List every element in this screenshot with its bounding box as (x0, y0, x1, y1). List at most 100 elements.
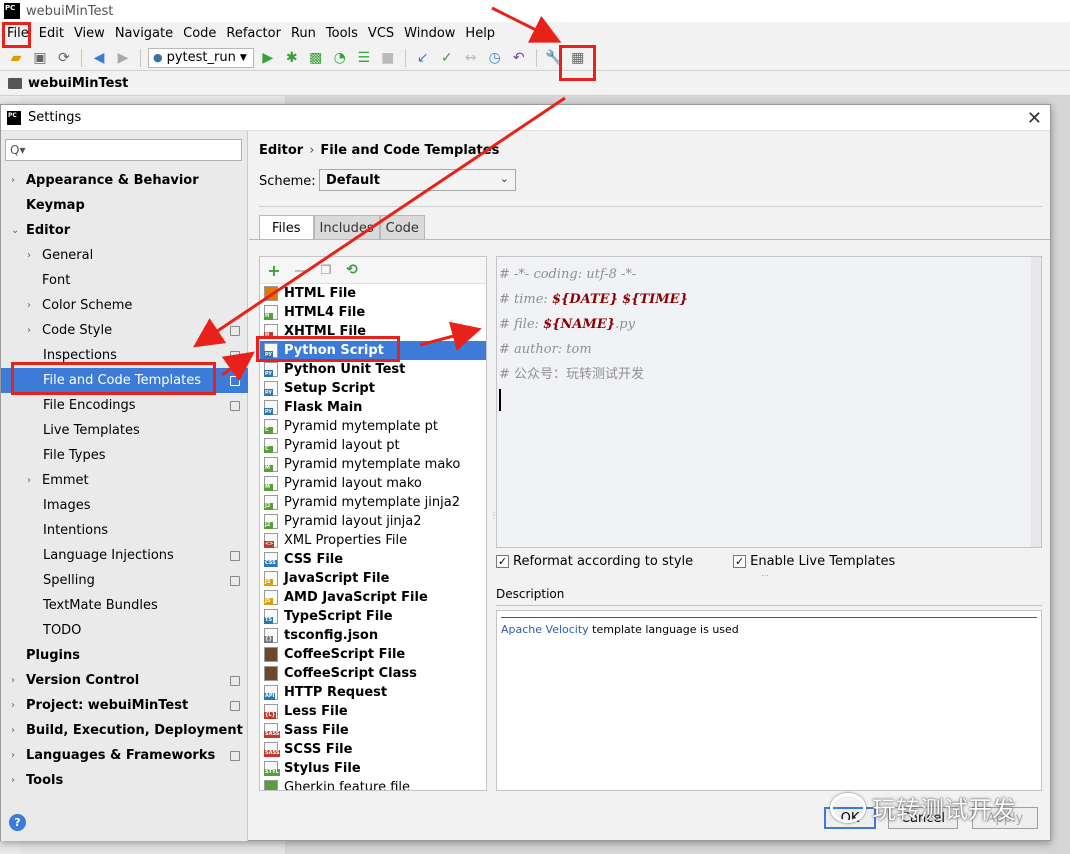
splitter-handle[interactable]: ⋮ (490, 256, 498, 791)
tab-includes[interactable]: Includes (313, 215, 380, 240)
tree-item-code-style[interactable]: › Code Style (1, 318, 248, 343)
template-item[interactable]: STYL Stylus File (260, 759, 486, 778)
template-item[interactable]: M Pyramid layout mako (260, 474, 486, 493)
vcs-history-icon[interactable]: ◷ (485, 48, 505, 68)
tree-item-inspections[interactable]: Inspections (1, 343, 248, 368)
tree-item-project-webuimintest[interactable]: › Project: webuiMinTest (1, 693, 248, 718)
template-item[interactable]: py Flask Main (260, 398, 486, 417)
save-icon[interactable]: ▣ (30, 48, 50, 68)
chevron-right-icon[interactable]: › (11, 700, 21, 711)
menu-file[interactable]: File (2, 26, 34, 41)
menu-navigate[interactable]: Navigate (110, 26, 178, 41)
debug-icon[interactable]: ✱ (282, 48, 302, 68)
menu-tools[interactable]: Tools (321, 26, 363, 41)
template-editor[interactable]: # -*- coding: utf-8 -*- # time: ${DATE} $… (496, 256, 1042, 548)
back-icon[interactable]: ◀ (89, 48, 109, 68)
template-item[interactable]: J2 Pyramid mytemplate jinja2 (260, 493, 486, 512)
tree-item-appearance-behavior[interactable]: › Appearance & Behavior (1, 168, 248, 193)
tree-item-intentions[interactable]: Intentions (1, 518, 248, 543)
template-item[interactable]: SASS Sass File (260, 721, 486, 740)
reformat-checkbox[interactable]: ✓ Reformat according to style (496, 554, 693, 569)
chevron-right-icon[interactable]: › (11, 750, 21, 761)
template-item[interactable]: CoffeeScript Class (260, 664, 486, 683)
template-item[interactable]: TS TypeScript File (260, 607, 486, 626)
tree-item-textmate-bundles[interactable]: TextMate Bundles (1, 593, 248, 618)
copy-icon[interactable]: ❐ (318, 263, 334, 277)
sync-icon[interactable]: ⟳ (54, 48, 74, 68)
tab-files[interactable]: Files (259, 215, 314, 240)
add-icon[interactable]: + (266, 261, 282, 280)
tree-item-images[interactable]: Images (1, 493, 248, 518)
remove-icon[interactable]: − (292, 261, 308, 280)
tree-item-language-injections[interactable]: Language Injections (1, 543, 248, 568)
tree-item-keymap[interactable]: Keymap (1, 193, 248, 218)
tree-item-file-encodings[interactable]: File Encodings (1, 393, 248, 418)
tree-item-build-execution-deployment[interactable]: › Build, Execution, Deployment (1, 718, 248, 743)
template-item[interactable]: HTML File (260, 284, 486, 303)
menu-window[interactable]: Window (399, 26, 460, 41)
chevron-right-icon[interactable]: › (11, 775, 21, 786)
project-breadcrumb[interactable]: webuiMinTest (28, 76, 128, 91)
resize-grip-icon[interactable]: ⋯ (761, 571, 769, 580)
chevron-right-icon[interactable]: › (27, 250, 37, 261)
template-item[interactable]: H XHTML File (260, 322, 486, 341)
template-item[interactable]: J2 Pyramid layout jinja2 (260, 512, 486, 531)
concurrency-icon[interactable]: ☰ (354, 48, 374, 68)
tree-item-version-control[interactable]: › Version Control (1, 668, 248, 693)
settings-search-input[interactable]: Q▾ (5, 139, 242, 161)
profile-icon[interactable]: ◔ (330, 48, 350, 68)
template-item[interactable]: C Pyramid layout pt (260, 436, 486, 455)
menu-run[interactable]: Run (286, 26, 321, 41)
forward-icon[interactable]: ▶ (113, 48, 133, 68)
tree-item-editor[interactable]: ⌄ Editor (1, 218, 248, 243)
project-structure-icon[interactable]: ▦ (568, 48, 588, 68)
template-item[interactable]: JS JavaScript File (260, 569, 486, 588)
help-icon[interactable]: ? (9, 814, 26, 831)
template-item[interactable]: CSS CSS File (260, 550, 486, 569)
tree-item-plugins[interactable]: Plugins (1, 643, 248, 668)
settings-wrench-icon[interactable]: 🔧 (544, 48, 564, 68)
menu-help[interactable]: Help (460, 26, 500, 41)
template-item[interactable]: JS AMD JavaScript File (260, 588, 486, 607)
vcs-commit-icon[interactable]: ✓ (437, 48, 457, 68)
tree-item-font[interactable]: Font (1, 268, 248, 293)
tree-item-todo[interactable]: TODO (1, 618, 248, 643)
run-config-select[interactable]: ● pytest_run ▼ (148, 47, 254, 68)
template-item[interactable]: H HTML4 File (260, 303, 486, 322)
template-item[interactable]: SASS SCSS File (260, 740, 486, 759)
tree-item-color-scheme[interactable]: › Color Scheme (1, 293, 248, 318)
tree-item-file-types[interactable]: File Types (1, 443, 248, 468)
template-item[interactable]: C Pyramid mytemplate pt (260, 417, 486, 436)
coverage-icon[interactable]: ▩ (306, 48, 326, 68)
tree-item-general[interactable]: › General (1, 243, 248, 268)
editor-scrollbar[interactable] (1031, 257, 1041, 547)
vcs-update-icon[interactable]: ↙ (413, 48, 433, 68)
tree-item-live-templates[interactable]: Live Templates (1, 418, 248, 443)
velocity-link[interactable]: Apache Velocity (501, 623, 589, 636)
tree-item-languages-frameworks[interactable]: › Languages & Frameworks (1, 743, 248, 768)
template-item[interactable]: Gherkin feature file (260, 778, 486, 790)
tree-item-file-and-code-templates[interactable]: File and Code Templates (1, 368, 248, 393)
menu-view[interactable]: View (69, 26, 110, 41)
template-item[interactable]: <> XML Properties File (260, 531, 486, 550)
tree-item-tools[interactable]: › Tools (1, 768, 248, 793)
template-item[interactable]: py Python Unit Test (260, 360, 486, 379)
live-templates-checkbox[interactable]: ✓ Enable Live Templates (733, 554, 895, 569)
tree-item-emmet[interactable]: › Emmet (1, 468, 248, 493)
chevron-right-icon[interactable]: › (11, 675, 21, 686)
chevron-right-icon[interactable]: › (11, 725, 21, 736)
menu-refactor[interactable]: Refactor (221, 26, 286, 41)
vcs-compare-icon[interactable]: ↔ (461, 48, 481, 68)
reset-icon[interactable]: ⟲ (344, 262, 360, 278)
chevron-down-icon[interactable]: ⌄ (11, 225, 21, 236)
template-item[interactable]: {L} Less File (260, 702, 486, 721)
template-item[interactable]: py Python Script (260, 341, 486, 360)
chevron-right-icon[interactable]: › (27, 300, 37, 311)
template-item[interactable]: py Setup Script (260, 379, 486, 398)
run-icon[interactable]: ▶ (258, 48, 278, 68)
menu-code[interactable]: Code (178, 26, 221, 41)
chevron-right-icon[interactable]: › (27, 475, 37, 486)
tree-item-spelling[interactable]: Spelling (1, 568, 248, 593)
menu-vcs[interactable]: VCS (363, 26, 399, 41)
template-item[interactable]: API HTTP Request (260, 683, 486, 702)
